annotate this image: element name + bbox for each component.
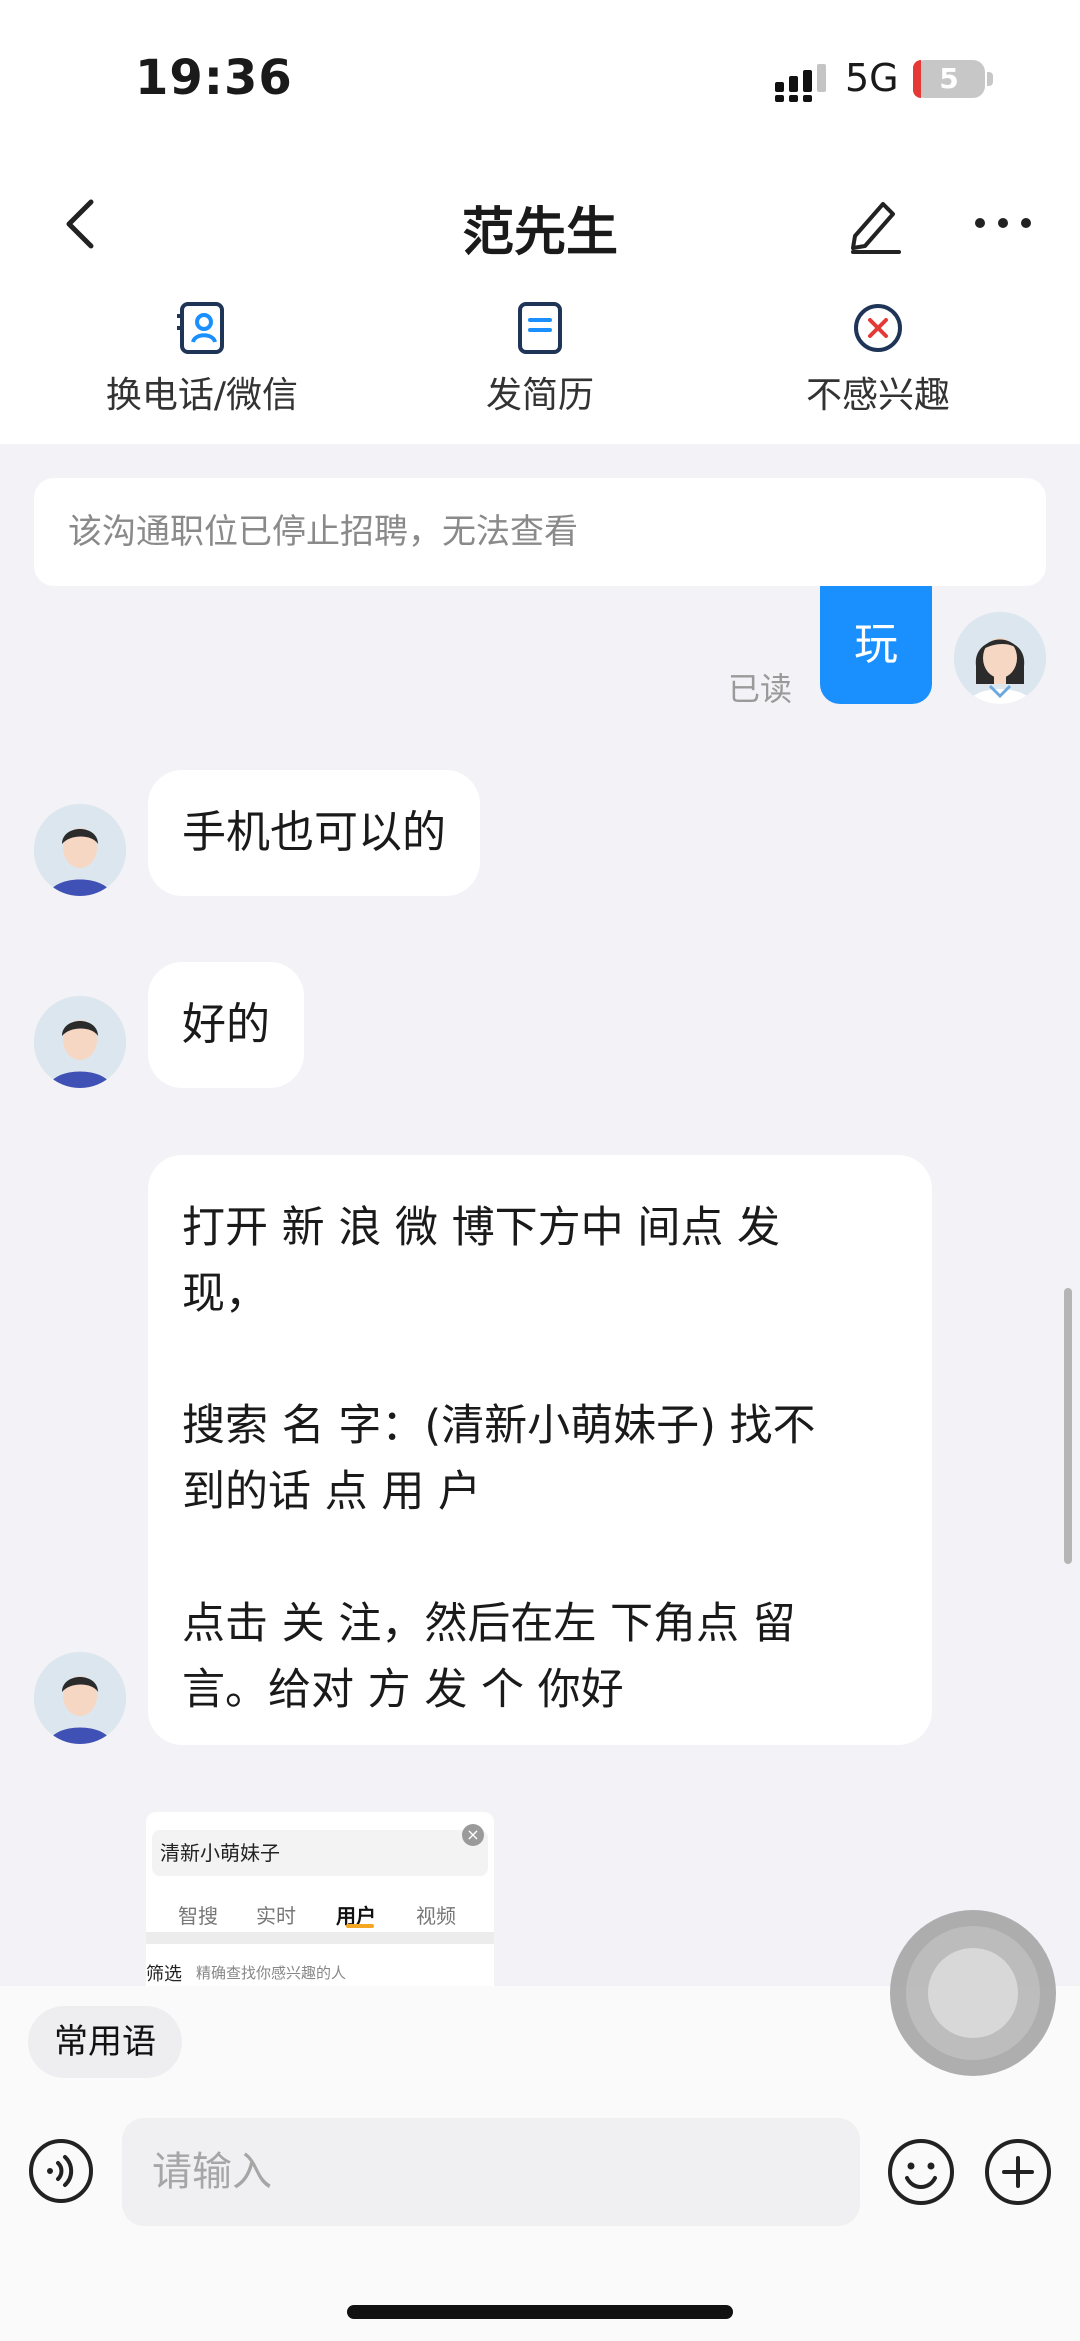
screenshot-divider [146,1932,494,1944]
my-avatar[interactable] [954,612,1046,704]
long-message-line: 言。给对 方 发 个 你好 [182,1665,624,1715]
plus-icon[interactable] [984,2138,1052,2206]
send-resume-label: 发简历 [485,375,594,416]
male-avatar-icon [34,1652,126,1744]
message-input[interactable]: 请输入 [122,2118,860,2226]
male-avatar-icon [34,996,126,1088]
contact-card-icon [177,302,224,354]
read-status: 已读 [728,670,793,708]
edit-pencil-icon[interactable] [845,192,905,254]
status-time: 19:36 [135,50,293,106]
long-message-line: 到的话 点 用 户 [182,1467,482,1517]
battery-icon: 5 [913,60,985,98]
female-avatar-icon [954,612,1046,704]
common-phrases-button[interactable]: 常用语 [28,2006,182,2078]
exchange-contact-button[interactable]: 换电话/微信 [72,300,332,430]
not-interested-label: 不感兴趣 [805,375,950,416]
not-interested-icon [854,304,902,352]
recruiter-message-1-text: 手机也可以的 [182,807,446,858]
signal-icon [775,64,826,102]
screenshot-clear-icon: × [462,1824,484,1846]
long-message-line: 点击 关 注，然后在左 下角点 留 [182,1599,796,1649]
my-message-bubble[interactable]: 玩 [820,586,932,704]
recruiter-message-1[interactable]: 手机也可以的 [148,770,480,896]
back-arrow-icon[interactable] [55,192,111,256]
network-type: 5G [845,56,899,100]
battery-level: 5 [939,62,959,95]
male-avatar-icon [34,804,126,896]
long-message-line: 打开 新 浪 微 博下方中 间点 发 [182,1203,781,1253]
recruiter-avatar[interactable] [34,804,126,896]
screenshot-filter-label: 筛选 [146,1964,182,1985]
more-options-icon[interactable] [970,200,1036,246]
battery-cap [987,72,993,86]
my-message-text: 玩 [854,619,898,670]
screenshot-tab: 实时 [256,1904,296,1928]
screenshot-filter-hint: 精确查找你感兴趣的人 [196,1964,347,1982]
long-message-line: 搜索 名 字：(清新小萌妹子) 找不 [182,1401,816,1451]
scrollbar-thumb[interactable] [1064,1288,1072,1564]
screenshot-search-text: 清新小萌妹子 [160,1841,280,1865]
recruiter-message-2-text: 好的 [182,999,270,1050]
not-interested-button[interactable]: 不感兴趣 [748,300,1008,430]
screenshot-tab: 视频 [416,1904,456,1928]
chat-title: 范先生 [461,203,618,263]
send-resume-button[interactable]: 发简历 [410,300,670,430]
floating-button-core [928,1948,1018,2038]
recruiter-message-long[interactable]: 打开 新 浪 微 博下方中 间点 发 现， 搜索 名 字：(清新小萌妹子) 找不… [148,1155,932,1745]
recruiter-avatar[interactable] [34,996,126,1088]
resume-icon [518,302,562,354]
emoji-icon[interactable] [887,2138,955,2206]
screenshot-tab: 智搜 [178,1904,218,1928]
exchange-contact-label: 换电话/微信 [105,375,299,416]
image-message[interactable]: 清新小萌妹子 × 智搜 实时 用户 视频 筛选 精确查找你感兴趣的人 [146,1812,494,1988]
position-closed-notice: 该沟通职位已停止招聘，无法查看 [34,478,1046,586]
voice-input-icon[interactable] [28,2138,94,2204]
long-message-line: 现， [182,1269,268,1319]
screenshot-tab-underline [346,1924,374,1928]
home-indicator[interactable] [347,2305,733,2319]
screenshot-search-bar: 清新小萌妹子 [152,1830,488,1876]
floating-assistive-button[interactable] [890,1910,1056,2076]
recruiter-avatar[interactable] [34,1652,126,1744]
recruiter-message-2[interactable]: 好的 [148,962,304,1088]
